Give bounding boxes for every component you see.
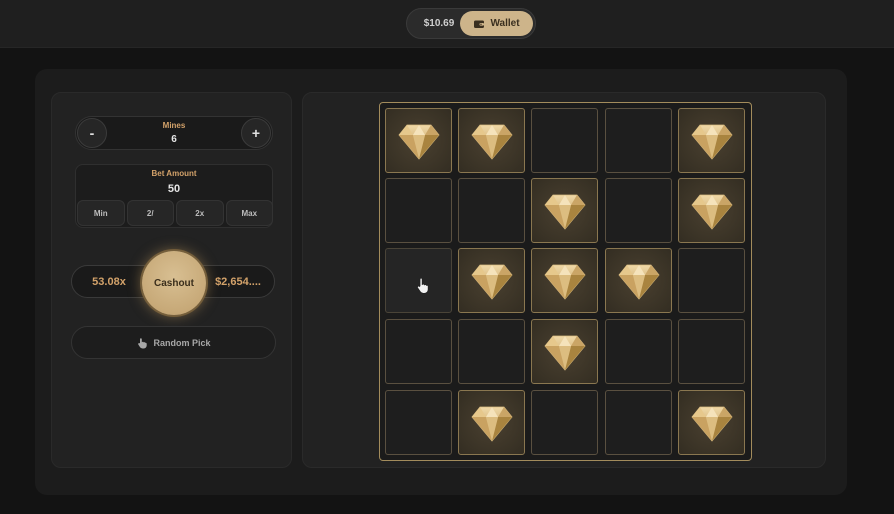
bet-quick-buttons: Min 2/ 2x Max [77, 200, 273, 226]
bet-amount-label: Bet Amount [151, 169, 197, 178]
gem-icon [690, 124, 733, 160]
tile-gem[interactable] [605, 248, 672, 313]
mines-grid [379, 102, 752, 461]
gem-icon [690, 406, 733, 442]
tile-hidden[interactable] [605, 178, 672, 243]
tile-gem[interactable] [678, 108, 745, 173]
payout-display: $2,654.... [215, 275, 261, 288]
cashout-button[interactable]: Cashout [142, 251, 206, 315]
gem-icon [397, 124, 440, 160]
tile-hidden[interactable] [531, 108, 598, 173]
tile-hidden[interactable] [385, 178, 452, 243]
bet-min-button[interactable]: Min [77, 200, 125, 226]
random-pick-label: Random Pick [153, 337, 211, 348]
tile-hidden[interactable] [678, 319, 745, 384]
tile-gem[interactable] [385, 108, 452, 173]
hand-cursor-icon [417, 277, 429, 294]
tile-hidden[interactable] [678, 248, 745, 313]
tile-gem[interactable] [678, 178, 745, 243]
tile-gem[interactable] [458, 108, 525, 173]
wallet-button[interactable]: Wallet [460, 11, 533, 36]
multiplier-display: 53.08x [92, 275, 126, 288]
tile-gem[interactable] [531, 178, 598, 243]
tile-hidden[interactable] [385, 390, 452, 455]
bet-amount-box: Bet Amount 50 Min 2/ 2x Max [75, 164, 273, 228]
mines-increase-button[interactable]: + [241, 118, 271, 148]
gem-icon [543, 194, 586, 230]
bet-double-button[interactable]: 2x [176, 200, 224, 226]
tile-hidden[interactable] [458, 319, 525, 384]
bet-max-button[interactable]: Max [225, 200, 273, 226]
wallet-label: Wallet [490, 18, 520, 29]
gem-icon [543, 335, 586, 371]
tile-gem[interactable] [458, 248, 525, 313]
bet-amount-input[interactable]: 50 [76, 183, 272, 195]
tile-hidden[interactable] [605, 108, 672, 173]
tile-gem[interactable] [458, 390, 525, 455]
tile-hidden[interactable] [531, 390, 598, 455]
gem-icon [470, 406, 513, 442]
hand-pointer-icon [136, 337, 148, 349]
wallet-pill: $10.69 Wallet [406, 8, 536, 39]
tile-hidden[interactable] [605, 319, 672, 384]
gem-icon [470, 124, 513, 160]
random-pick-button[interactable]: Random Pick [71, 326, 276, 359]
gem-icon [543, 264, 586, 300]
gem-icon [470, 264, 513, 300]
tile-gem[interactable] [531, 248, 598, 313]
gem-icon [690, 194, 733, 230]
tile-hidden[interactable] [385, 319, 452, 384]
wallet-icon [473, 18, 485, 30]
tile-hidden[interactable] [605, 390, 672, 455]
gem-icon [617, 264, 660, 300]
tile-hidden[interactable] [458, 178, 525, 243]
tile-gem[interactable] [531, 319, 598, 384]
top-bar: $10.69 Wallet [0, 0, 894, 48]
balance-display: $10.69 [423, 18, 455, 29]
bet-half-button[interactable]: 2/ [126, 200, 174, 226]
mines-stepper: - Mines 6 + [75, 116, 273, 150]
tile-gem[interactable] [678, 390, 745, 455]
